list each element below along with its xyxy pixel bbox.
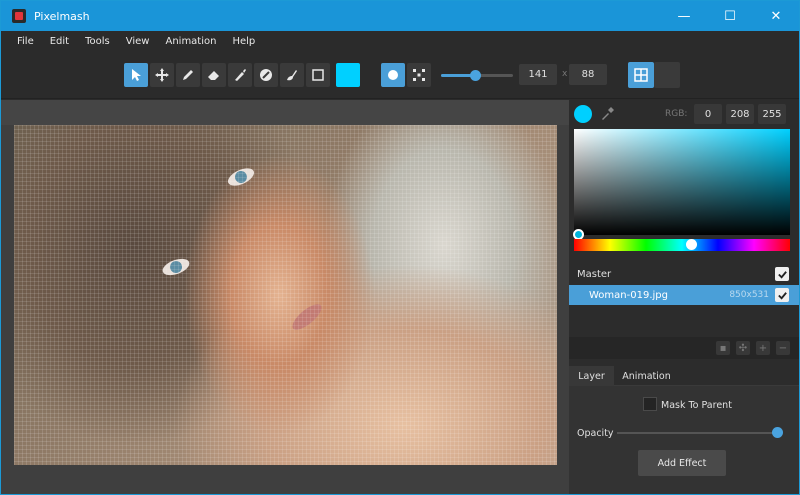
checkmark-icon [777, 291, 787, 300]
menu-tools[interactable]: Tools [77, 36, 118, 47]
checkmark-icon [777, 270, 787, 279]
eyedropper-icon[interactable] [599, 106, 615, 122]
height-input[interactable]: 88 [569, 64, 607, 85]
dither-icon [413, 69, 425, 81]
pencil-tool-button[interactable] [176, 63, 200, 87]
close-button[interactable]: ✕ [753, 1, 799, 31]
minimize-button[interactable]: — [661, 1, 707, 31]
menu-animation[interactable]: Animation [157, 36, 224, 47]
current-color-dot[interactable] [574, 105, 592, 123]
grid-toggle-button[interactable] [628, 62, 654, 88]
canvas-image[interactable] [14, 125, 557, 465]
layer-item[interactable]: Woman-019.jpg 850x531 [569, 285, 799, 305]
master-layer-label: Master [577, 268, 612, 280]
fill-tool-button[interactable] [254, 63, 278, 87]
hue-slider-thumb[interactable] [686, 239, 697, 250]
brush-tool-button[interactable] [228, 63, 252, 87]
layer-size: 850x531 [729, 290, 769, 300]
move-layer-button[interactable]: ✣ [736, 341, 750, 355]
opacity-label: Opacity [577, 428, 614, 439]
red-input[interactable]: 0 [694, 104, 722, 124]
cursor-icon [132, 69, 141, 81]
pixel-grid-overlay [14, 125, 557, 465]
brush-icon [235, 69, 246, 81]
properties-tabs: Layer Animation [569, 366, 799, 386]
duplicate-layer-button[interactable]: ▪ [716, 341, 730, 355]
mask-to-parent-checkbox[interactable] [643, 397, 657, 411]
tab-animation[interactable]: Animation [619, 366, 674, 386]
menu-file[interactable]: File [9, 36, 42, 47]
view-toggle-button[interactable] [654, 62, 680, 88]
rgb-label: RGB: [665, 109, 688, 119]
fill-icon [260, 69, 272, 81]
master-layer[interactable]: Master [569, 263, 799, 285]
layer-toolbar: ▪ ✣ + − [569, 337, 799, 359]
select-tool-button[interactable] [124, 63, 148, 87]
dimension-separator: x [562, 69, 568, 79]
circle-brush-button[interactable] [381, 63, 405, 87]
smudge-icon [287, 70, 297, 81]
dither-brush-button[interactable] [407, 63, 431, 87]
green-input[interactable]: 208 [726, 104, 754, 124]
menu-help[interactable]: Help [224, 36, 263, 47]
brush-size-thumb[interactable] [470, 70, 481, 81]
app-window: Pixelmash — ☐ ✕ File Edit Tools View Ani… [0, 0, 800, 495]
menu-edit[interactable]: Edit [42, 36, 77, 47]
canvas-area[interactable] [1, 100, 569, 494]
blue-input[interactable]: 255 [758, 104, 786, 124]
canvas-ruler [1, 100, 569, 125]
layer-visibility-checkbox[interactable] [775, 288, 789, 302]
width-input[interactable]: 141 [519, 64, 557, 85]
toolbar: 141 x 88 [1, 51, 799, 99]
add-effect-button[interactable]: Add Effect [638, 450, 726, 476]
maximize-button[interactable]: ☐ [707, 1, 753, 31]
opacity-slider-thumb[interactable] [772, 427, 783, 438]
move-icon [155, 68, 169, 82]
right-panel: RGB: 0 208 255 Master Woman-019.jpg 850x… [569, 100, 799, 494]
tab-layer[interactable]: Layer [569, 366, 614, 386]
title-bar: Pixelmash — ☐ ✕ [1, 1, 799, 31]
smudge-tool-button[interactable] [280, 63, 304, 87]
menu-bar: File Edit Tools View Animation Help [1, 31, 799, 51]
hue-slider[interactable] [574, 239, 790, 251]
rectangle-icon [312, 69, 324, 81]
layer-properties: Mask To Parent Opacity Add Effect [569, 386, 799, 494]
saturation-value-picker[interactable] [573, 129, 790, 240]
opacity-slider[interactable] [617, 432, 777, 434]
circle-icon [388, 70, 398, 80]
move-tool-button[interactable] [150, 63, 174, 87]
window-title: Pixelmash [34, 9, 90, 23]
primary-color-swatch[interactable] [336, 63, 360, 87]
grid-icon [634, 68, 648, 82]
add-layer-button[interactable]: + [756, 341, 770, 355]
eraser-tool-button[interactable] [202, 63, 226, 87]
brush-size-slider[interactable] [441, 70, 513, 81]
mask-to-parent-label: Mask To Parent [661, 400, 732, 411]
remove-layer-button[interactable]: − [776, 341, 790, 355]
menu-view[interactable]: View [118, 36, 158, 47]
layer-name: Woman-019.jpg [589, 289, 668, 301]
pencil-icon [183, 70, 193, 80]
master-visibility-checkbox[interactable] [775, 267, 789, 281]
app-logo-icon [12, 9, 26, 23]
rectangle-tool-button[interactable] [306, 63, 330, 87]
eraser-icon [208, 71, 219, 80]
